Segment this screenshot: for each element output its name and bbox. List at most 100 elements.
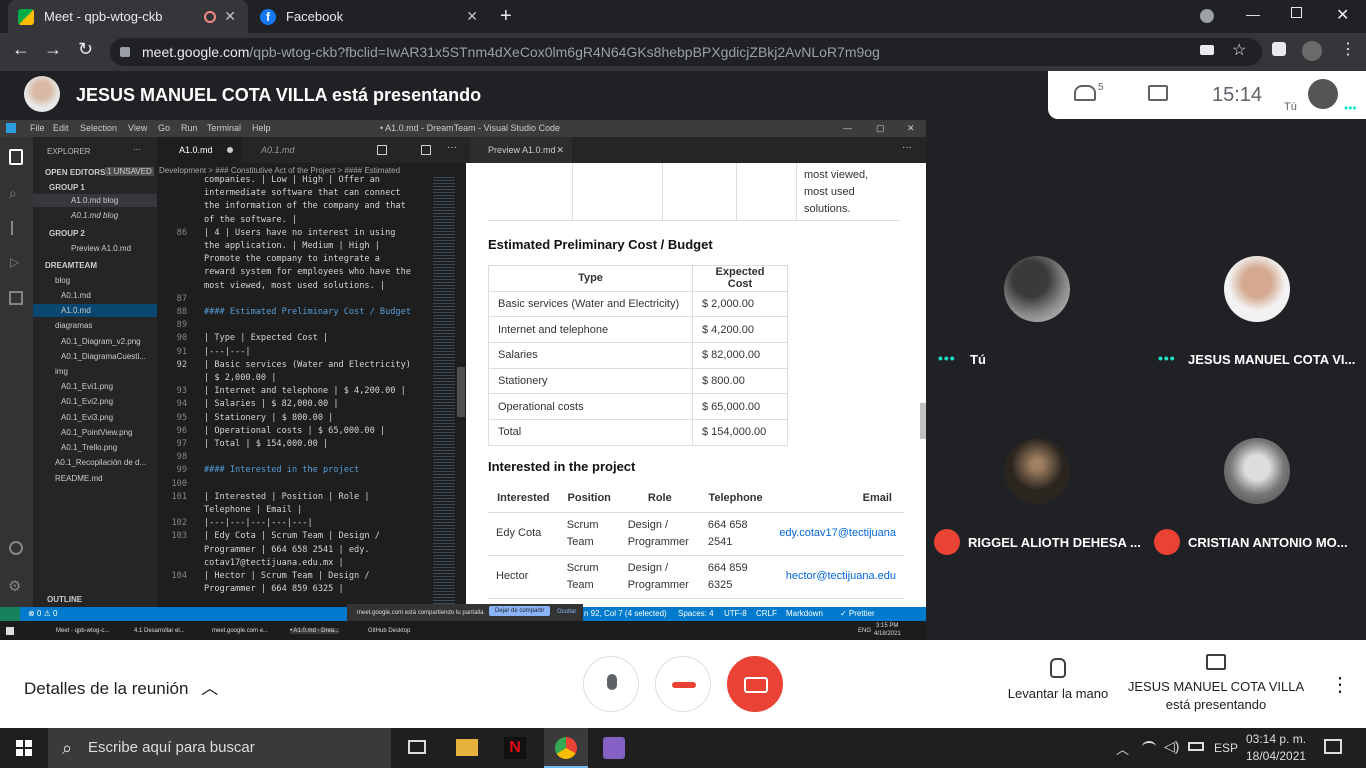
menu-go[interactable]: Go — [158, 123, 170, 133]
vs-close-button[interactable]: ✕ — [907, 123, 915, 134]
participant-tile[interactable]: RIGGEL ALIOTH DEHESA ... — [928, 408, 1146, 555]
code-line[interactable]: | Hector | Scrum Team | Design / — [204, 571, 370, 581]
editor-scrollbar[interactable] — [457, 367, 465, 417]
input-language[interactable]: ESP — [1214, 741, 1238, 755]
profile-menu-icon[interactable] — [1200, 9, 1214, 23]
taskbar-search[interactable]: ⌕ Escribe aquí para buscar — [48, 728, 391, 768]
window-minimize-button[interactable]: — — [1246, 6, 1260, 22]
close-preview-icon[interactable]: ✕ — [556, 145, 564, 156]
menu-help[interactable]: Help — [252, 123, 271, 133]
code-line[interactable]: #### Estimated Preliminary Cost / Budget — [204, 307, 411, 317]
preview-tab[interactable]: Preview A1.0.md ✕ — [470, 137, 572, 163]
code-area[interactable]: companies. | Low | High | Offer an interm… — [157, 175, 433, 605]
reload-button[interactable]: ↻ — [78, 39, 93, 60]
tree-item[interactable]: A0.1_DiagramaCuesti... — [61, 352, 146, 361]
code-line[interactable]: | Stationery | $ 800.00 | — [204, 413, 333, 423]
participant-tile[interactable]: ••• JESUS MANUEL COTA VI... — [1148, 226, 1366, 372]
code-line[interactable]: reward system for employees who have the — [204, 267, 411, 277]
run-debug-icon[interactable]: ▷ — [10, 255, 19, 269]
open-changes-icon[interactable] — [377, 145, 387, 155]
split-editor-icon[interactable] — [421, 145, 431, 155]
tree-item[interactable]: img — [55, 367, 68, 376]
open-editor-item-label[interactable]: Preview A1.0.md — [71, 244, 131, 253]
minimap[interactable] — [433, 175, 455, 605]
code-line[interactable]: Programmer | 664 658 2541 | edy. — [204, 545, 370, 555]
tray-chevron-icon[interactable]: ︿ — [1116, 739, 1129, 758]
vs-minimize-button[interactable]: — — [843, 123, 852, 133]
code-line[interactable]: companies. | Low | High | Offer an — [204, 175, 380, 185]
menu-run[interactable]: Run — [181, 123, 198, 133]
table-cell[interactable]: hector@tectijuana.edu — [771, 555, 904, 599]
code-line[interactable]: | Operational costs | $ 65,000.00 | — [204, 426, 385, 436]
forward-button[interactable]: → — [44, 39, 62, 60]
tab-facebook[interactable]: f Facebook ✕ — [250, 0, 490, 33]
camera-blocked-icon[interactable] — [1200, 45, 1214, 55]
battery-icon[interactable] — [1188, 742, 1204, 751]
chrome-menu-icon[interactable]: ⋮ — [1340, 39, 1356, 59]
volume-icon[interactable]: ◁) — [1164, 738, 1179, 755]
code-line[interactable]: | Basic services (Water and Electricity) — [204, 360, 411, 370]
url-field[interactable]: meet.google.com/qpb-wtog-ckb?fbclid=IwAR… — [110, 38, 1262, 66]
code-line[interactable]: | Interested | Position | Role | — [204, 492, 370, 502]
code-line[interactable]: Telephone | Email | — [204, 505, 302, 515]
open-editor-item-label[interactable]: A0.1.md blog — [71, 211, 118, 220]
microphone-button[interactable] — [583, 656, 639, 712]
code-line[interactable]: #### Interested in the project — [204, 465, 359, 475]
extensions-view-icon[interactable] — [9, 291, 23, 305]
code-line[interactable]: | Salaries | $ 82,000.00 | — [204, 399, 339, 409]
prettier-status[interactable]: ✓ Prettier — [840, 609, 875, 618]
code-line[interactable]: intermediate software that can connect — [204, 188, 401, 198]
code-line[interactable]: most viewed, most used solutions. | — [204, 281, 385, 291]
vscode-taskbar-icon[interactable] — [603, 737, 625, 759]
encoding[interactable]: UTF-8 — [724, 609, 747, 618]
window-restore-button[interactable] — [1291, 7, 1302, 18]
line-ending[interactable]: CRLF — [756, 609, 777, 618]
open-editors-header[interactable]: OPEN EDITORS — [45, 168, 105, 177]
breadcrumb[interactable]: Development > ### Constitutive Act of th… — [159, 166, 464, 175]
outline-header[interactable]: OUTLINE — [47, 595, 82, 604]
participant-tile[interactable]: CRISTIAN ANTONIO MO... — [1148, 408, 1366, 555]
code-line[interactable]: | Type | Expected Cost | — [204, 333, 328, 343]
editor-tab-active[interactable]: A1.0.md — [157, 137, 241, 163]
extensions-icon[interactable] — [1272, 42, 1286, 56]
code-line[interactable]: |---|---| — [204, 347, 251, 357]
task-view-icon[interactable] — [408, 740, 426, 754]
code-line[interactable]: |---|---|---|---|---| — [204, 518, 313, 528]
tree-item-selected[interactable] — [33, 304, 157, 317]
tree-item[interactable]: A0.1.md — [61, 291, 91, 300]
tree-item[interactable]: blog — [55, 276, 70, 285]
tree-item[interactable]: A1.0.md — [61, 306, 91, 315]
presenting-button[interactable]: JESUS MANUEL COTA VILLA está presentando — [1124, 654, 1308, 714]
explorer-more-icon[interactable]: ··· — [133, 145, 141, 154]
menu-selection[interactable]: Selection — [80, 123, 117, 133]
tree-item[interactable]: A0.1_Trello.png — [61, 443, 117, 452]
tree-item[interactable]: A0.1_Evi1.png — [61, 382, 113, 391]
code-line[interactable]: the information of the company and that — [204, 201, 406, 211]
preview-more-icon[interactable]: ··· — [902, 142, 912, 153]
new-tab-button[interactable]: + — [500, 5, 512, 28]
workspace-header[interactable]: DREAMTEAM — [45, 261, 97, 270]
taskbar-clock[interactable]: 03:14 p. m. 18/04/2021 — [1246, 731, 1306, 765]
stop-sharing-button[interactable]: Dejar de compartir — [489, 606, 551, 616]
markdown-preview[interactable]: Preview A1.0.md ✕ ··· most viewed, most … — [466, 137, 926, 607]
more-actions-icon[interactable]: ··· — [447, 142, 457, 153]
close-tab-icon[interactable]: ✕ — [466, 8, 478, 25]
code-editor[interactable]: A1.0.md A0.1.md ··· Development > ### Co… — [157, 137, 466, 607]
code-line[interactable]: | $ 2,000.00 | — [204, 373, 276, 383]
camera-button[interactable] — [727, 656, 783, 712]
indentation[interactable]: Spaces: 4 — [678, 609, 714, 618]
window-close-button[interactable]: ✕ — [1336, 5, 1349, 25]
tree-item[interactable]: A0.1_Recopilación de d... — [55, 458, 146, 467]
meeting-details-button[interactable]: Detalles de la reunión ︿ — [24, 674, 218, 699]
tree-item[interactable]: README.md — [55, 474, 103, 483]
more-options-icon[interactable]: ⋮ — [1330, 672, 1350, 697]
profile-avatar[interactable] — [1302, 41, 1322, 61]
tree-item[interactable]: diagramas — [55, 321, 92, 330]
vs-maximize-button[interactable]: ▢ — [876, 123, 885, 134]
tab-meet[interactable]: Meet - qpb-wtog-ckb ✕ — [8, 0, 248, 33]
menu-file[interactable]: File — [30, 123, 45, 133]
code-line[interactable]: | Edy Cota | Scrum Team | Design / — [204, 531, 380, 541]
raise-hand-button[interactable]: Levantar la mano — [1000, 658, 1116, 708]
notifications-icon[interactable] — [1324, 739, 1342, 754]
windows-start-icon[interactable] — [16, 740, 32, 756]
